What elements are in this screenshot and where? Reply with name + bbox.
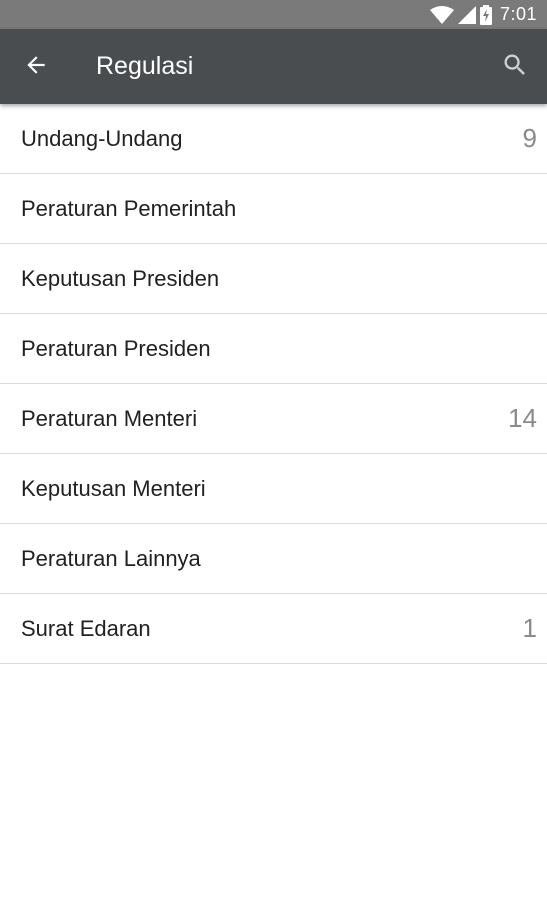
arrow-left-icon bbox=[23, 52, 49, 83]
list-item[interactable]: Peraturan Menteri 14 bbox=[0, 384, 547, 454]
list-item[interactable]: Undang-Undang 9 bbox=[0, 104, 547, 174]
list-item-label: Keputusan Menteri bbox=[21, 475, 206, 501]
list-item-label: Peraturan Presiden bbox=[21, 335, 211, 361]
regulation-list: Undang-Undang 9 Peraturan Pemerintah Kep… bbox=[0, 104, 547, 664]
list-item[interactable]: Peraturan Presiden bbox=[0, 314, 547, 384]
list-item-label: Surat Edaran bbox=[21, 615, 151, 641]
list-item-label: Peraturan Pemerintah bbox=[21, 195, 237, 221]
list-item[interactable]: Keputusan Presiden bbox=[0, 244, 547, 314]
wifi-icon bbox=[429, 5, 454, 24]
battery-charging-icon bbox=[479, 4, 492, 25]
list-item[interactable]: Keputusan Menteri bbox=[0, 454, 547, 524]
cell-signal-icon bbox=[457, 5, 476, 24]
status-bar: 7:01 bbox=[0, 0, 547, 29]
status-time: 7:01 bbox=[499, 4, 537, 24]
list-item-count: 14 bbox=[508, 403, 537, 433]
list-item-label: Peraturan Menteri bbox=[21, 405, 198, 431]
list-item-label: Keputusan Presiden bbox=[21, 265, 220, 291]
search-icon bbox=[501, 51, 529, 84]
list-item[interactable]: Peraturan Pemerintah bbox=[0, 174, 547, 244]
list-item-label: Peraturan Lainnya bbox=[21, 545, 201, 571]
page-title: Regulasi bbox=[96, 52, 194, 80]
list-item-count: 9 bbox=[522, 123, 537, 153]
back-button[interactable] bbox=[18, 49, 54, 85]
list-item-label: Undang-Undang bbox=[21, 125, 183, 151]
search-button[interactable] bbox=[497, 49, 533, 85]
list-item-count: 1 bbox=[522, 613, 537, 643]
app-bar: Regulasi bbox=[0, 29, 547, 104]
list-item[interactable]: Surat Edaran 1 bbox=[0, 594, 547, 664]
list-item[interactable]: Peraturan Lainnya bbox=[0, 524, 547, 594]
